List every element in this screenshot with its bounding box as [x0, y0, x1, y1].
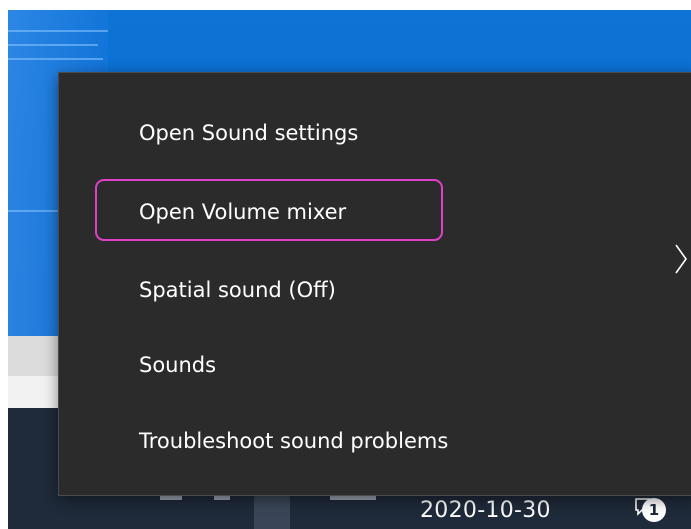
tray-icon[interactable]	[330, 496, 376, 500]
sound-context-menu: Open Sound settings Open Volume mixer Sp…	[58, 72, 691, 496]
chevron-right-icon[interactable]	[674, 242, 688, 276]
menu-item-label: Open Sound settings	[139, 121, 359, 145]
tray-icon[interactable]	[160, 496, 182, 500]
screen: 2020-10-30 1 Open Sound settings Open Vo…	[0, 0, 691, 529]
wallpaper-streak	[8, 44, 98, 46]
menu-item-spatial-sound[interactable]: Spatial sound (Off)	[59, 260, 691, 320]
menu-item-label: Troubleshoot sound problems	[139, 429, 449, 453]
notification-count-badge[interactable]: 1	[642, 498, 666, 522]
wallpaper-streak	[8, 58, 103, 60]
menu-item-troubleshoot-sound-problems[interactable]: Troubleshoot sound problems	[59, 411, 691, 471]
taskbar-date[interactable]: 2020-10-30	[420, 498, 551, 523]
menu-item-label: Sounds	[139, 353, 217, 377]
menu-item-open-sound-settings[interactable]: Open Sound settings	[59, 103, 691, 163]
tray-icon[interactable]	[214, 496, 230, 500]
menu-item-label: Spatial sound (Off)	[139, 278, 336, 302]
menu-item-label: Open Volume mixer	[139, 200, 347, 224]
menu-item-open-volume-mixer[interactable]: Open Volume mixer	[59, 182, 691, 242]
menu-item-sounds[interactable]: Sounds	[59, 335, 691, 395]
wallpaper-streak	[8, 30, 108, 32]
